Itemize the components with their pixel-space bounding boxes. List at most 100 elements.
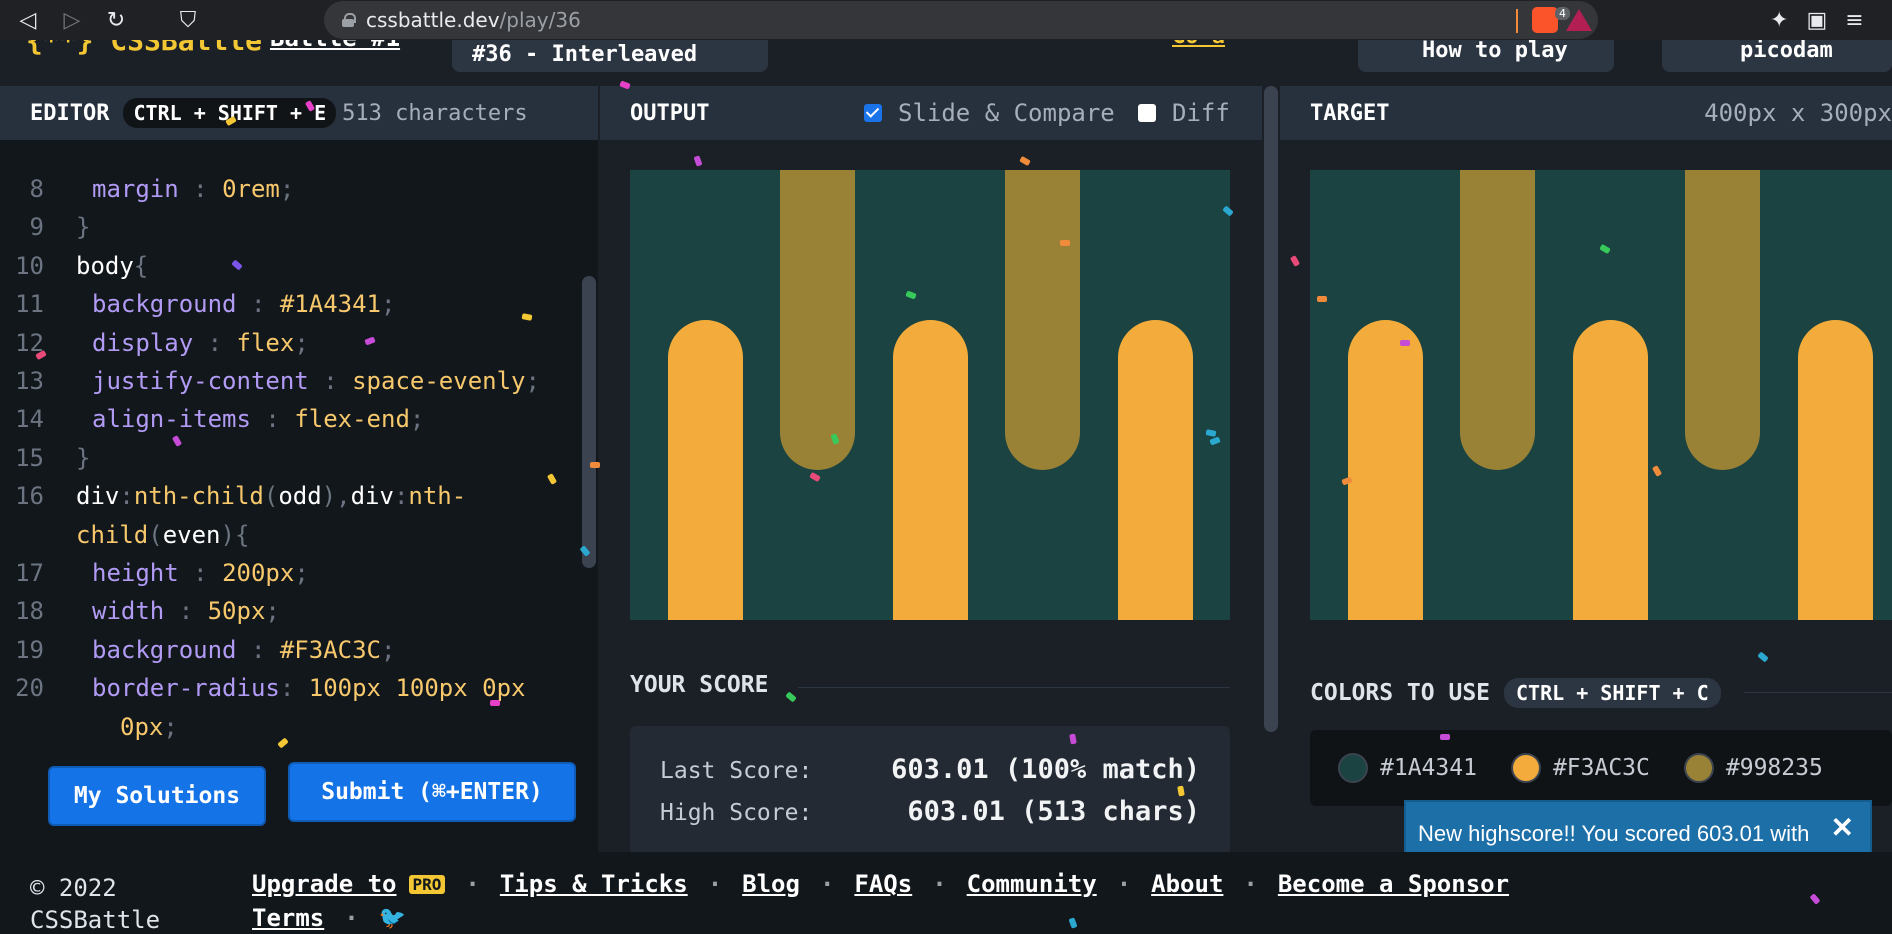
line-number: 15 (15, 443, 44, 472)
token: odd (278, 482, 322, 511)
code-line[interactable]: 12 display : flex; (0, 324, 580, 362)
close-icon[interactable]: ✕ (1831, 814, 1854, 842)
color-swatch[interactable]: #F3AC3C (1510, 753, 1650, 783)
output-pill-down (1005, 170, 1080, 470)
high-score-row: High Score: 603.01 (513 chars) (660, 796, 1200, 827)
code-lines[interactable]: 8 margin : 0rem; 9} 10 body{11 background : #… (0, 170, 580, 746)
token: margin (92, 175, 179, 203)
line-code: background : #F3AC3C; (54, 631, 580, 669)
code-line[interactable]: 11 background : #1A4341; (0, 285, 580, 323)
battle-link[interactable]: Battle #1 (270, 40, 400, 52)
score-box: Last Score: 603.01 (100% match) High Sco… (630, 726, 1230, 856)
urlbar-separator (1516, 9, 1518, 33)
line-code: } (54, 208, 580, 246)
editor-scrollbar[interactable] (582, 276, 596, 568)
footer-link[interactable]: Blog (742, 870, 800, 898)
slide-compare-checkbox[interactable] (864, 104, 882, 122)
output-pill-down (780, 170, 855, 470)
diff-toggle[interactable]: Diff (1138, 99, 1230, 127)
twitter-icon[interactable]: 🐦 (379, 906, 406, 931)
footer-link[interactable]: Tips & Tricks (500, 870, 688, 898)
target-select[interactable]: #36 - Interleaved (452, 40, 768, 72)
menu-icon[interactable]: ≡ (1845, 8, 1863, 33)
token: 200px (222, 559, 295, 588)
site-logo[interactable]: {**} CSSBattle (26, 40, 262, 57)
submit-button[interactable]: Submit (⌘+ENTER) (288, 762, 576, 822)
brave-rewards-icon[interactable] (1566, 9, 1592, 31)
token: { (234, 520, 250, 549)
code-line[interactable]: 19 background : #F3AC3C; (0, 631, 580, 669)
last-score-label: Last Score: (660, 758, 813, 784)
output-canvas[interactable] (630, 170, 1230, 620)
slide-compare-toggle[interactable]: Slide & Compare (864, 99, 1115, 127)
diff-checkbox[interactable] (1138, 104, 1156, 122)
target-header: TARGET 400px x 300px (1280, 86, 1892, 140)
panel-divider[interactable] (1262, 86, 1280, 852)
logo-mark: {**} (26, 40, 94, 57)
code-line[interactable]: 16 div:nth-child(odd),div:nth-child(even)… (0, 477, 580, 554)
footer-separator: · (707, 870, 723, 898)
back-icon[interactable]: ◁ (12, 4, 44, 36)
footer-link[interactable]: Become a Sponsor (1278, 870, 1509, 898)
line-number: 12 (15, 328, 44, 357)
confetti-piece (1060, 240, 1070, 246)
code-line[interactable]: 9} (0, 208, 580, 246)
color-dot (1510, 753, 1541, 783)
token: 0rem (222, 175, 280, 203)
last-score-row: Last Score: 603.01 (100% match) (660, 754, 1200, 785)
bookmark-icon[interactable]: ⛉ (172, 4, 204, 36)
code-editor[interactable]: 8 margin : 0rem; 9} 10 body{11 background : #… (0, 140, 598, 852)
last-score-value: 603.01 (100% match) (891, 754, 1200, 785)
code-line[interactable]: 20 border-radius: 100px 100px 0px 0px; (0, 669, 580, 746)
code-line[interactable]: 10 body{ (0, 247, 580, 285)
footer-link[interactable]: Community (967, 870, 1097, 898)
forward-icon[interactable]: ▷ (56, 4, 88, 36)
site-header: {**} CSSBattle Battle #1 #36 - Interleav… (0, 40, 1892, 86)
code-line[interactable]: 8 margin : 0rem; (0, 170, 580, 208)
extensions-icon[interactable]: ✦ (1770, 8, 1788, 33)
url-text[interactable]: cssbattle.dev/play/36 (366, 8, 581, 32)
code-line[interactable]: 13 justify-content : space-evenly; (0, 362, 580, 400)
output-pill-up (668, 320, 743, 620)
promo-link[interactable]: Go a (1172, 40, 1225, 49)
code-line[interactable]: 18 width : 50px; (0, 592, 580, 630)
line-code: margin : 0rem; (54, 170, 580, 208)
token: : (236, 635, 280, 664)
color-swatch[interactable]: #1A4341 (1338, 753, 1477, 783)
footer-link[interactable]: About (1151, 870, 1223, 898)
profile-button[interactable]: picodam (1662, 40, 1892, 72)
confetti-piece (590, 462, 600, 468)
token: space-evenly (352, 367, 526, 396)
code-line[interactable]: 14 align-items : flex-end; (0, 400, 580, 438)
color-swatch[interactable]: #998235 (1683, 753, 1823, 783)
output-scrollbar[interactable] (1264, 86, 1278, 732)
reload-icon[interactable]: ↻ (100, 4, 132, 36)
token: ; (294, 328, 309, 357)
footer: © 2022 CSSBattle Upgrade to PRO · Tips & Tr… (0, 852, 1892, 934)
code-line[interactable]: 17 height : 200px; (0, 554, 580, 592)
code-line[interactable]: 15} (0, 439, 580, 477)
line-number: 8 (29, 175, 44, 203)
target-pill-down (1460, 170, 1535, 470)
confetti-piece (1400, 340, 1410, 346)
line-number: 17 (15, 559, 44, 588)
token: nth-child (133, 482, 264, 511)
token: display (92, 328, 194, 357)
footer-link[interactable]: FAQs (854, 870, 912, 898)
line-number: 9 (29, 213, 44, 242)
logo-text: CSSBattle (110, 40, 263, 57)
target-dimensions: 400px x 300px (1704, 99, 1892, 127)
color-label: #998235 (1725, 755, 1823, 781)
brave-shield-icon[interactable] (1532, 7, 1558, 33)
how-to-play-button[interactable]: How to play (1358, 40, 1614, 72)
editor-title: EDITOR (30, 100, 110, 126)
wallet-icon[interactable]: ▣ (1806, 8, 1827, 33)
terms-link[interactable]: Terms (252, 904, 324, 932)
token: ( (148, 520, 163, 549)
line-code: div:nth-child(odd),div:nth-child(even){ (54, 477, 580, 554)
colors-title-text: COLORS TO USE (1310, 680, 1491, 706)
my-solutions-button[interactable]: My Solutions (48, 766, 266, 826)
address-bar[interactable]: cssbattle.dev/play/36 4 (324, 1, 1598, 39)
line-number: 18 (15, 597, 44, 626)
footer-link[interactable]: Upgrade to (252, 870, 397, 898)
